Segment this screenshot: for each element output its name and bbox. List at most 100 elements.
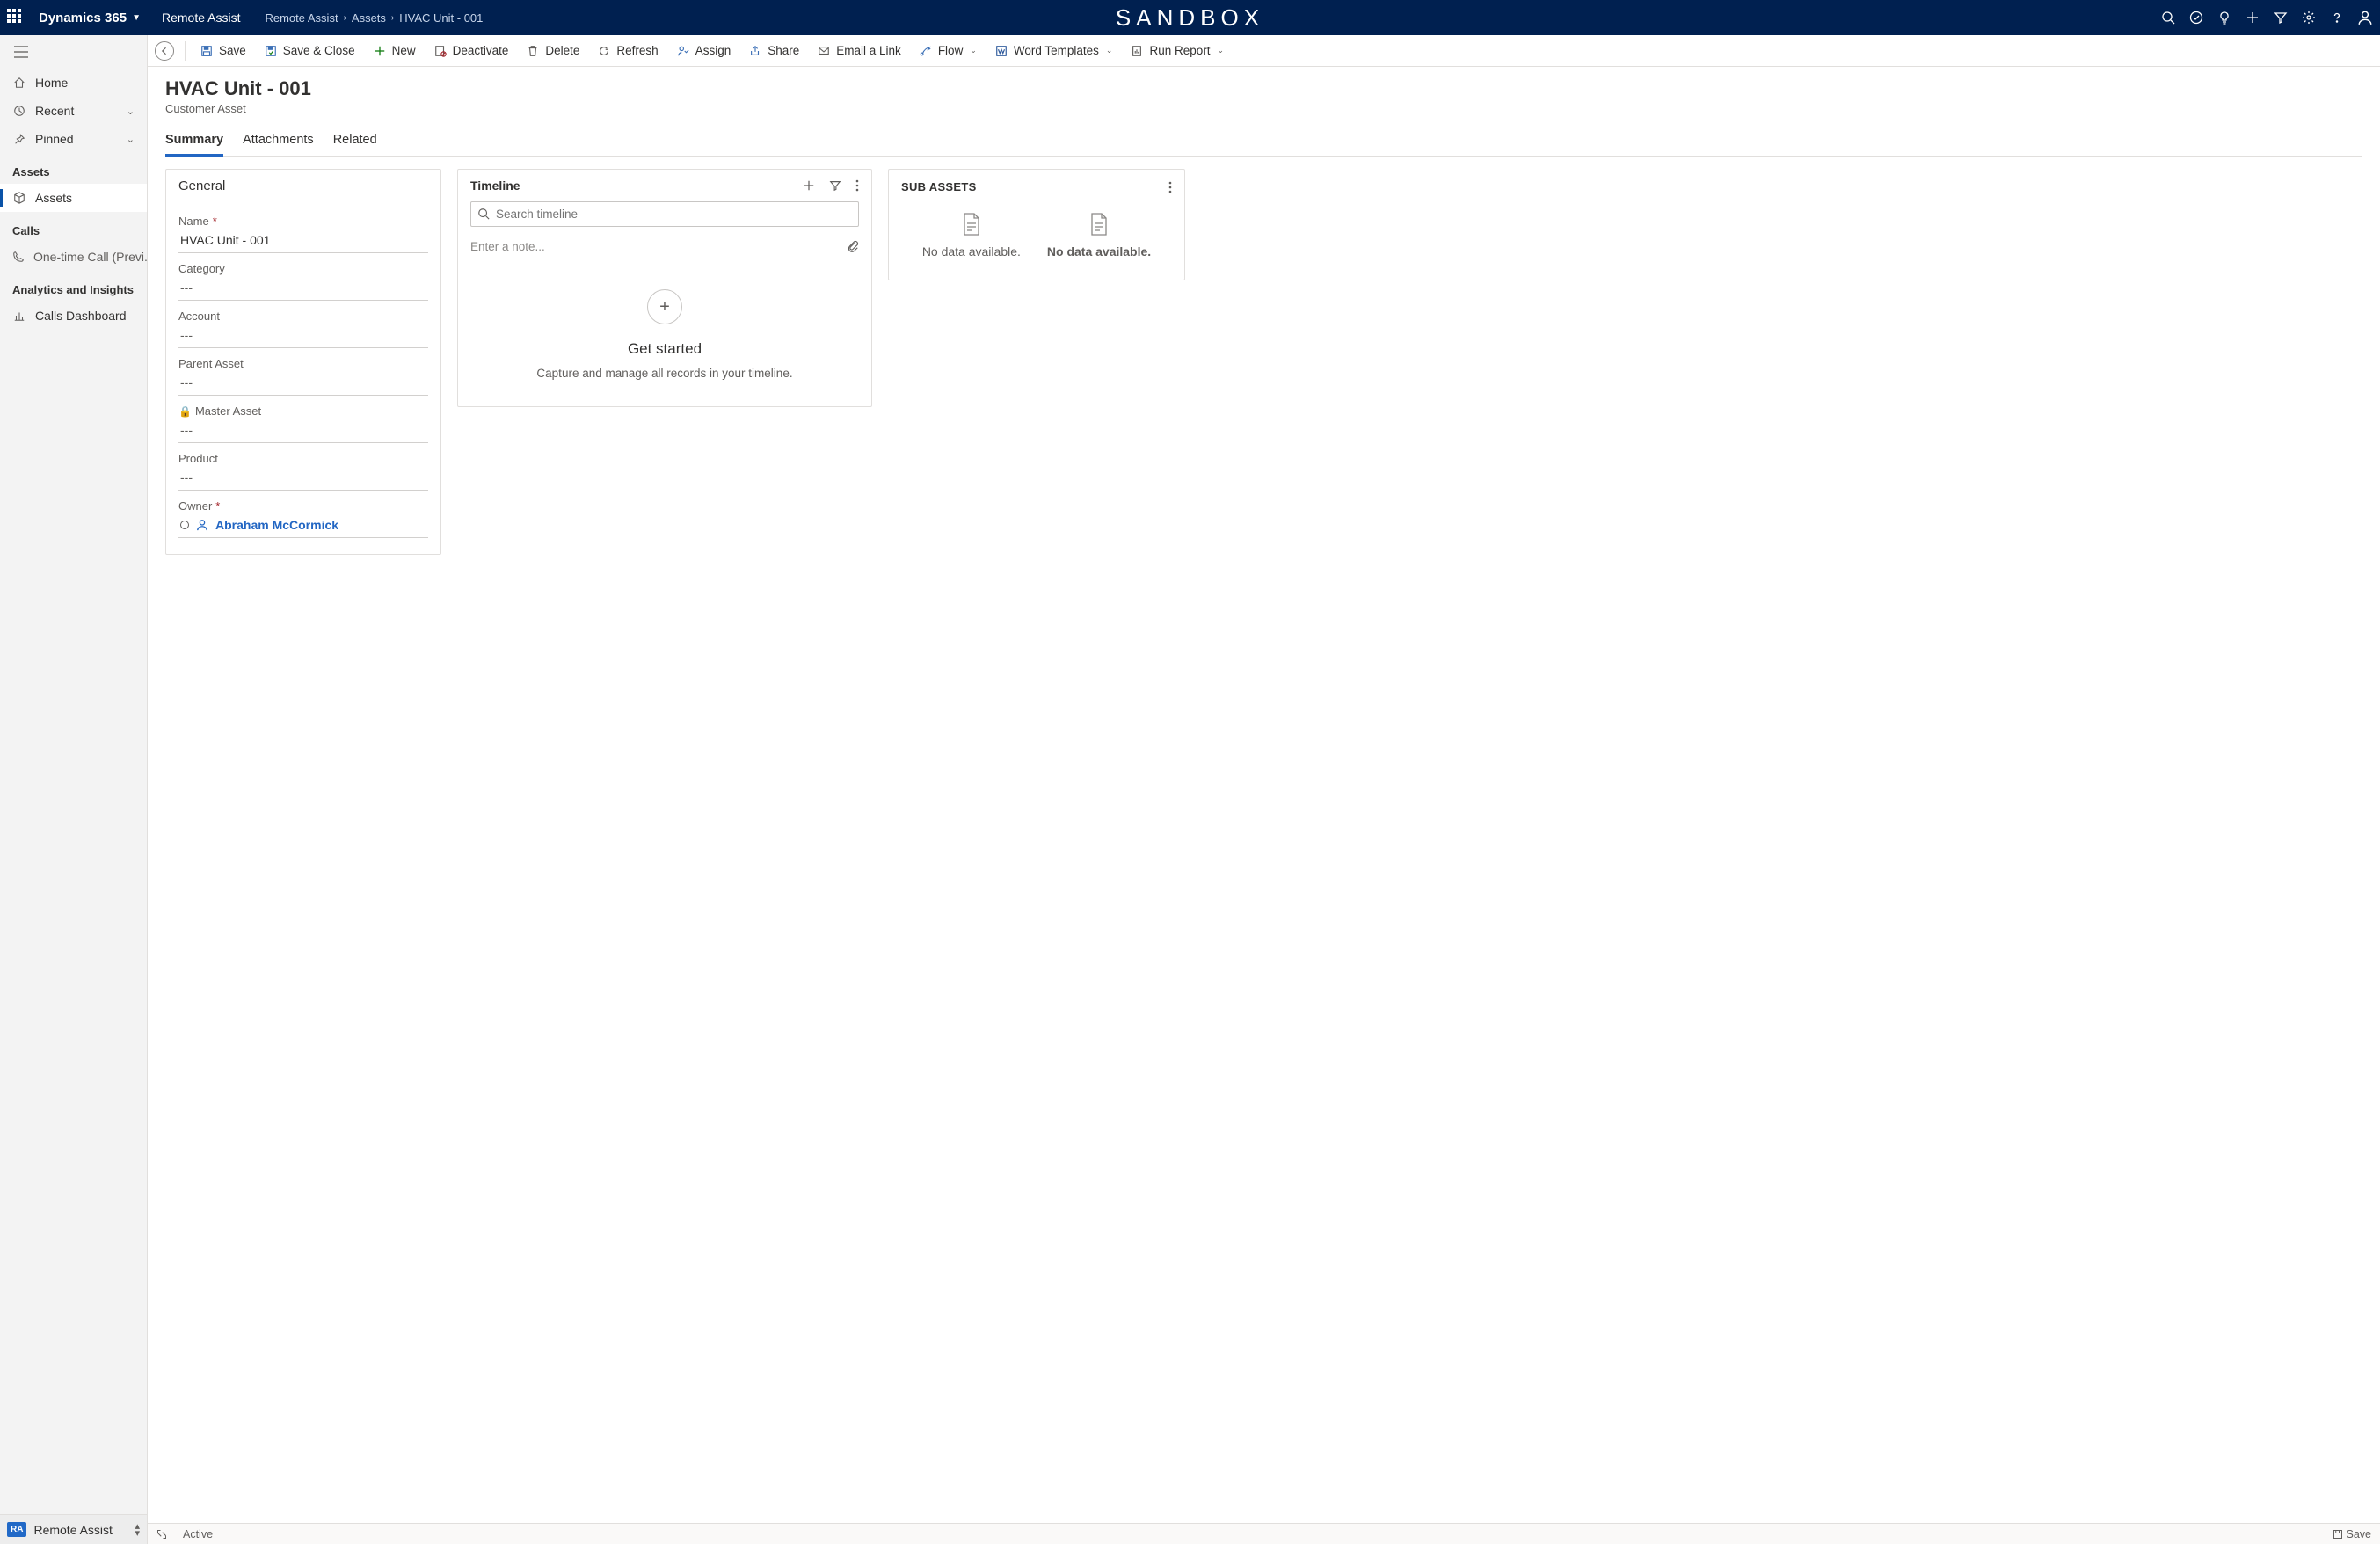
timeline-add-icon[interactable] bbox=[803, 179, 815, 192]
app-name-label: Remote Assist bbox=[162, 11, 240, 25]
subassets-more-icon[interactable] bbox=[1168, 181, 1172, 193]
global-nav-bar: Dynamics 365 ▼ Remote Assist Remote Assi… bbox=[0, 0, 2380, 35]
subassets-section: SUB ASSETS No data available. No data av… bbox=[888, 169, 1185, 280]
save-button[interactable]: Save bbox=[193, 40, 253, 62]
add-icon[interactable] bbox=[2245, 10, 2260, 25]
expand-icon[interactable] bbox=[156, 1529, 167, 1540]
chevron-right-icon: › bbox=[391, 13, 394, 23]
run-report-button[interactable]: Run Report⌄ bbox=[1123, 40, 1231, 62]
new-button[interactable]: New bbox=[366, 40, 423, 62]
breadcrumb-assets[interactable]: Assets bbox=[352, 11, 386, 25]
attachment-icon[interactable] bbox=[847, 239, 859, 253]
sidebar-item-label: Assets bbox=[35, 191, 72, 205]
lightbulb-icon[interactable] bbox=[2216, 10, 2232, 25]
timeline-note-input[interactable]: Enter a note... bbox=[470, 234, 859, 259]
sidebar-item-assets[interactable]: Assets bbox=[0, 184, 147, 212]
field-master-value: --- bbox=[178, 418, 428, 443]
subassets-heading: SUB ASSETS bbox=[901, 180, 977, 193]
back-button[interactable] bbox=[155, 41, 174, 61]
tab-summary[interactable]: Summary bbox=[165, 126, 223, 157]
pin-icon bbox=[12, 133, 26, 145]
sidebar-area-switcher[interactable]: RA Remote Assist ▴▾ bbox=[0, 1514, 147, 1544]
flow-icon bbox=[919, 44, 933, 58]
brand-dropdown[interactable]: Dynamics 365 ▼ bbox=[39, 11, 141, 25]
plus-icon bbox=[373, 44, 387, 58]
person-icon bbox=[196, 519, 208, 531]
flow-button[interactable]: Flow⌄ bbox=[912, 40, 984, 62]
field-account-value[interactable]: --- bbox=[178, 323, 428, 348]
phone-icon bbox=[12, 251, 25, 263]
timeline-heading: Timeline bbox=[470, 178, 520, 193]
save-close-button[interactable]: Save & Close bbox=[257, 40, 362, 62]
search-icon[interactable] bbox=[2160, 10, 2176, 25]
timeline-section: Timeline Enter a note... bbox=[457, 169, 872, 407]
search-icon bbox=[477, 208, 490, 220]
filter-icon[interactable] bbox=[2273, 10, 2289, 25]
empty-description: Capture and manage all records in your t… bbox=[536, 367, 792, 380]
sidebar-item-calls-dashboard[interactable]: Calls Dashboard bbox=[0, 302, 147, 330]
tab-attachments[interactable]: Attachments bbox=[243, 126, 314, 156]
sidebar-item-pinned[interactable]: Pinned ⌄ bbox=[0, 125, 147, 153]
sitemap-sidebar: Home Recent ⌄ Pinned ⌄ Assets Assets Cal… bbox=[0, 35, 148, 1544]
home-icon bbox=[12, 76, 26, 89]
save-close-icon bbox=[264, 44, 278, 58]
command-bar: Save Save & Close New Deactivate Delete … bbox=[148, 35, 2380, 67]
no-data-label: No data available. bbox=[1047, 244, 1151, 259]
chevron-down-icon: ⌄ bbox=[127, 106, 135, 117]
sidebar-item-onetime-call[interactable]: One-time Call (Previ... bbox=[0, 243, 147, 271]
app-launcher-icon[interactable] bbox=[7, 9, 25, 26]
field-name-value[interactable]: HVAC Unit - 001 bbox=[178, 228, 428, 253]
field-account-label: Account bbox=[178, 310, 220, 323]
account-icon[interactable] bbox=[2357, 10, 2373, 25]
field-product-value[interactable]: --- bbox=[178, 465, 428, 491]
refresh-button[interactable]: Refresh bbox=[590, 40, 665, 62]
document-icon bbox=[1088, 213, 1110, 236]
field-master-label: Master Asset bbox=[195, 404, 261, 418]
chevron-down-icon: ⌄ bbox=[127, 134, 135, 145]
updown-icon: ▴▾ bbox=[135, 1523, 140, 1537]
chevron-down-icon: ⌄ bbox=[970, 46, 977, 55]
email-link-button[interactable]: Email a Link bbox=[810, 40, 908, 62]
tab-related[interactable]: Related bbox=[333, 126, 377, 156]
share-button[interactable]: Share bbox=[741, 40, 806, 62]
status-save-button[interactable]: Save bbox=[2333, 1528, 2372, 1540]
separator bbox=[185, 41, 186, 61]
empty-title: Get started bbox=[628, 340, 702, 358]
sidebar-section-assets: Assets bbox=[0, 153, 147, 184]
timeline-create-button[interactable]: + bbox=[647, 289, 682, 324]
field-owner-label: Owner bbox=[178, 499, 212, 513]
task-icon[interactable] bbox=[2188, 10, 2204, 25]
presence-icon bbox=[180, 521, 189, 529]
timeline-more-icon[interactable] bbox=[855, 179, 859, 192]
gear-icon[interactable] bbox=[2301, 10, 2317, 25]
sidebar-item-label: Calls Dashboard bbox=[35, 309, 127, 323]
assign-button[interactable]: Assign bbox=[669, 40, 739, 62]
breadcrumb-root[interactable]: Remote Assist bbox=[265, 11, 338, 25]
timeline-search-input[interactable] bbox=[470, 201, 859, 227]
field-parent-label: Parent Asset bbox=[178, 357, 244, 370]
area-label: Remote Assist bbox=[33, 1523, 112, 1537]
general-heading: General bbox=[166, 170, 440, 202]
word-icon bbox=[994, 44, 1008, 58]
clock-icon bbox=[12, 105, 26, 117]
field-parent-value[interactable]: --- bbox=[178, 370, 428, 396]
sidebar-item-recent[interactable]: Recent ⌄ bbox=[0, 97, 147, 125]
field-owner-value[interactable]: Abraham McCormick bbox=[178, 513, 428, 538]
sidebar-item-label: Pinned bbox=[35, 132, 74, 146]
sidebar-toggle[interactable] bbox=[0, 35, 147, 69]
form-status-bar: Active Save bbox=[148, 1523, 2380, 1544]
word-templates-button[interactable]: Word Templates⌄ bbox=[987, 40, 1120, 62]
help-icon[interactable] bbox=[2329, 10, 2345, 25]
delete-button[interactable]: Delete bbox=[519, 40, 586, 62]
chart-icon bbox=[12, 310, 26, 322]
form-tabs: Summary Attachments Related bbox=[165, 126, 2362, 157]
sandbox-label: SANDBOX bbox=[1116, 4, 1264, 32]
sidebar-item-home[interactable]: Home bbox=[0, 69, 147, 97]
chevron-down-icon: ⌄ bbox=[1106, 46, 1113, 55]
brand-label: Dynamics 365 bbox=[39, 11, 127, 25]
deactivate-button[interactable]: Deactivate bbox=[426, 40, 516, 62]
timeline-filter-icon[interactable] bbox=[829, 179, 841, 192]
owner-link[interactable]: Abraham McCormick bbox=[215, 518, 338, 532]
record-title: HVAC Unit - 001 bbox=[165, 77, 2362, 100]
field-category-value[interactable]: --- bbox=[178, 275, 428, 301]
